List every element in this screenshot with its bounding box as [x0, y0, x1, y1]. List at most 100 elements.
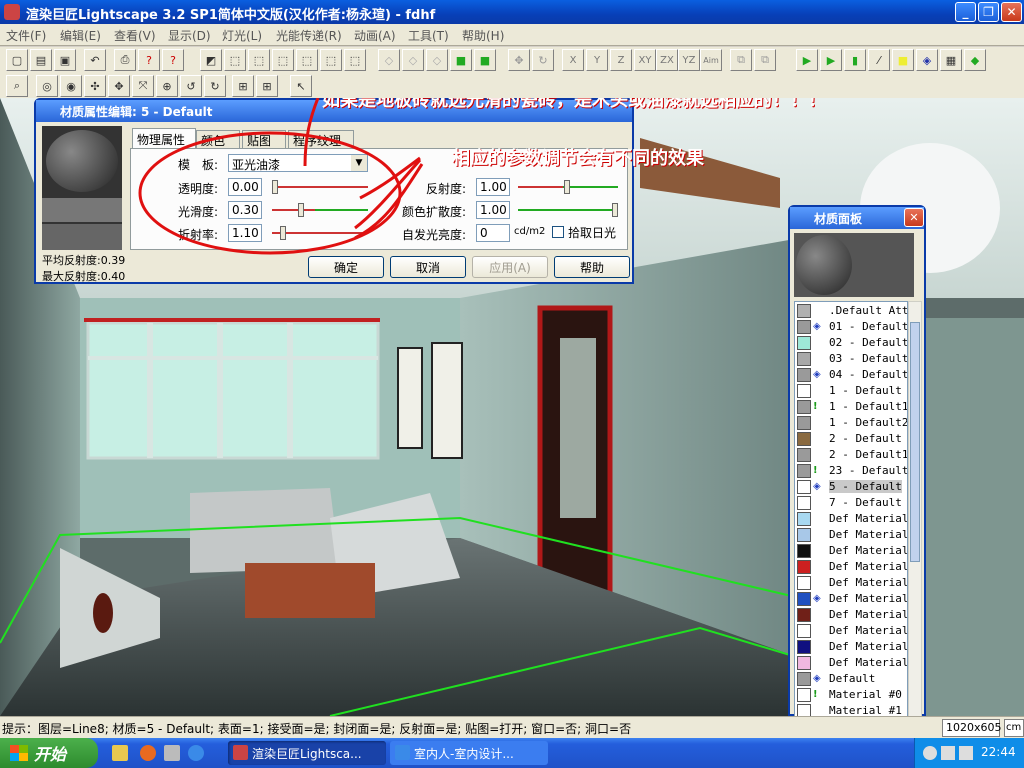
new-file-icon[interactable]: ▢ — [6, 49, 28, 71]
menu-animation[interactable]: 动画(A) — [354, 27, 396, 44]
taskbar-item-browser[interactable]: 室内人-室内设计... — [390, 741, 548, 765]
zoom-icon[interactable]: ⌕ — [6, 75, 28, 97]
menu-file[interactable]: 文件(F) — [6, 27, 46, 44]
cube-view-3-icon[interactable]: ⬚ — [272, 49, 294, 71]
material-list-item[interactable]: 2 - Default1 — [795, 447, 907, 463]
material-list-item[interactable]: 02 - Default — [795, 335, 907, 351]
material-list[interactable]: .Default Attr ◈ 01 - Default 02 - Default 03… — [794, 301, 908, 716]
cube-view-icon[interactable]: ⬚ — [224, 49, 246, 71]
wireframe-icon[interactable]: ◇ — [378, 49, 400, 71]
smooth-shade-icon[interactable]: ■ — [450, 49, 472, 71]
texture-shade-icon[interactable]: ■ — [474, 49, 496, 71]
aim-button[interactable]: Aim — [700, 49, 722, 71]
walk-icon[interactable]: ◎ — [36, 75, 58, 97]
material-list-item[interactable]: ◈ Def Material5 — [795, 591, 907, 607]
cube-view-2-icon[interactable]: ⬚ — [248, 49, 270, 71]
plane-xy-button[interactable]: XY — [634, 49, 656, 71]
roll-icon[interactable]: ↻ — [204, 75, 226, 97]
rotate-icon[interactable]: ↻ — [532, 49, 554, 71]
menu-tools[interactable]: 工具(T) — [408, 27, 449, 44]
material-list-item[interactable]: ! 23 - Default — [795, 463, 907, 479]
start-button[interactable]: 开始 — [0, 738, 98, 768]
plane-zx-button[interactable]: ZX — [656, 49, 678, 71]
plane-yz-button[interactable]: YZ — [678, 49, 700, 71]
select-surface-icon[interactable]: ◩ — [200, 49, 222, 71]
export-icon[interactable]: ▶ — [820, 49, 842, 71]
material-list-item[interactable]: ◈ 5 - Default — [795, 479, 907, 495]
open-folder-icon[interactable]: ▤ — [30, 49, 52, 71]
target-icon[interactable]: ⊕ — [156, 75, 178, 97]
pan-icon[interactable]: ✥ — [508, 49, 530, 71]
menu-radiosity[interactable]: 光能传递(R) — [276, 27, 342, 44]
menu-edit[interactable]: 编辑(E) — [60, 27, 101, 44]
menu-help[interactable]: 帮助(H) — [462, 27, 504, 44]
material-list-item[interactable]: ◈ Default — [795, 671, 907, 687]
taskbar-item-lightscape[interactable]: 渲染巨匠Lightsca... — [228, 741, 386, 765]
menu-view[interactable]: 查看(V) — [114, 27, 156, 44]
material-list-item[interactable]: Def Material7 — [795, 623, 907, 639]
network-icon[interactable] — [941, 746, 955, 760]
axis-z-button[interactable]: Z — [610, 49, 632, 71]
flat-shade-icon[interactable]: ◇ — [426, 49, 448, 71]
layer-icon[interactable]: ▮ — [844, 49, 866, 71]
firefox-icon[interactable] — [140, 745, 156, 761]
material-list-item[interactable]: Def Material4 — [795, 575, 907, 591]
copy-icon[interactable]: ⧉ — [754, 49, 776, 71]
grid-2-icon[interactable]: ⊞ — [256, 75, 278, 97]
hidden-line-icon[interactable]: ◇ — [402, 49, 424, 71]
back-arrow-icon[interactable] — [923, 746, 937, 760]
material-list-item[interactable]: ◈ 04 - Default — [795, 367, 907, 383]
volume-icon[interactable] — [959, 746, 973, 760]
material-list-item[interactable]: 1 - Default2 — [795, 415, 907, 431]
cube-view-6-icon[interactable]: ⬚ — [344, 49, 366, 71]
material-list-item[interactable]: 03 - Default — [795, 351, 907, 367]
material-list-scrollbar[interactable] — [908, 301, 922, 716]
menu-light[interactable]: 灯光(L) — [222, 27, 262, 44]
3d-viewport[interactable]: 材质属性编辑: 5 - Default 平均反射度:0.39 最大反射度:0.4… — [0, 98, 1024, 716]
material-list-item[interactable]: Def Material9 — [795, 655, 907, 671]
material-list-item[interactable]: ! Material #0 — [795, 687, 907, 703]
move-icon[interactable]: ✥ — [108, 75, 130, 97]
orbit-icon[interactable]: ◉ — [60, 75, 82, 97]
minimize-button[interactable]: _ — [955, 2, 976, 22]
material-list-item[interactable]: Def Material2 — [795, 543, 907, 559]
axis-y-button[interactable]: Y — [586, 49, 608, 71]
material-list-item[interactable]: 7 - Default — [795, 495, 907, 511]
save-icon[interactable]: ▣ — [54, 49, 76, 71]
import-icon[interactable]: ▶ — [796, 49, 818, 71]
menu-display[interactable]: 显示(D) — [168, 27, 211, 44]
material-list-item[interactable]: Def Material1 — [795, 527, 907, 543]
line-tool-icon[interactable]: ⁄ — [868, 49, 890, 71]
desktop-icon[interactable] — [164, 745, 180, 761]
scale-icon[interactable]: ⤧ — [132, 75, 154, 97]
app-icon[interactable] — [4, 4, 20, 20]
print-icon[interactable]: ⎙ — [114, 49, 136, 71]
maximize-button[interactable]: ❐ — [978, 2, 999, 22]
undo-icon[interactable]: ↶ — [84, 49, 106, 71]
block-panel-icon[interactable]: ▦ — [940, 49, 962, 71]
folder-icon[interactable] — [112, 745, 128, 761]
material-panel-close-icon[interactable]: ✕ — [904, 208, 924, 227]
material-list-item[interactable]: 1 - Default — [795, 383, 907, 399]
render-icon[interactable]: ◆ — [964, 49, 986, 71]
fly-icon[interactable]: ✣ — [84, 75, 106, 97]
context-help-icon[interactable]: ? — [162, 49, 184, 71]
pointer-icon[interactable]: ↖ — [290, 75, 312, 97]
scrollbar-thumb[interactable] — [910, 322, 920, 562]
material-list-item[interactable]: Def Material — [795, 511, 907, 527]
material-list-item[interactable]: Def Material8 — [795, 639, 907, 655]
cut-icon[interactable]: ⧉ — [730, 49, 752, 71]
spin-icon[interactable]: ↺ — [180, 75, 202, 97]
material-list-item[interactable]: Def Material6 — [795, 607, 907, 623]
material-list-item[interactable]: 2 - Default — [795, 431, 907, 447]
light-panel-icon[interactable]: ■ — [892, 49, 914, 71]
material-list-item[interactable]: ! 1 - Default1 — [795, 399, 907, 415]
help-icon[interactable]: ? — [138, 49, 160, 71]
ie-icon[interactable] — [188, 745, 204, 761]
material-list-item[interactable]: Material #1 — [795, 703, 907, 716]
cube-view-5-icon[interactable]: ⬚ — [320, 49, 342, 71]
cube-view-4-icon[interactable]: ⬚ — [296, 49, 318, 71]
material-list-item[interactable]: .Default Attr — [795, 303, 907, 319]
material-list-item[interactable]: Def Material3 — [795, 559, 907, 575]
material-panel-icon[interactable]: ◈ — [916, 49, 938, 71]
